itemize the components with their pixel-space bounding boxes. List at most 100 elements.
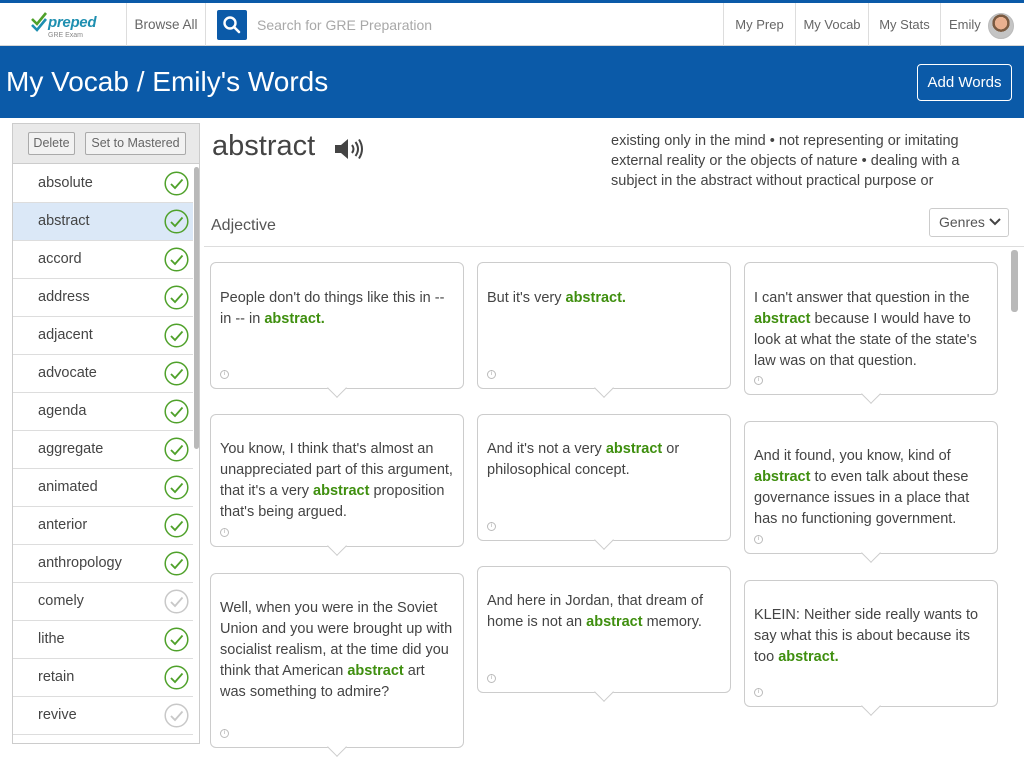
word-label: lithe	[38, 631, 65, 647]
mastered-check-icon[interactable]	[164, 399, 189, 424]
example-sentence: KLEIN: Neither side really wants to say …	[754, 605, 988, 668]
example-text: But it's very	[487, 290, 566, 306]
examples-scrollbar[interactable]	[1011, 250, 1018, 312]
set-mastered-button[interactable]: Set to Mastered	[85, 132, 186, 155]
delete-button[interactable]: Delete	[28, 132, 75, 155]
word-list-toolbar: Delete Set to Mastered	[13, 124, 199, 164]
word-list-item[interactable]: abstract	[13, 203, 193, 241]
example-card: And it found, you know, kind of abstract…	[744, 421, 998, 563]
genres-dropdown[interactable]: Genres	[929, 208, 1009, 237]
word-list-item[interactable]: address	[13, 279, 193, 317]
word-list-item[interactable]: accord	[13, 241, 193, 279]
word-list-item[interactable]: anterior	[13, 507, 193, 545]
card-pointer	[594, 530, 614, 550]
search-button[interactable]	[217, 10, 247, 40]
word-list-item[interactable]: comely	[13, 583, 193, 621]
example-text: memory.	[642, 614, 702, 630]
word-list-item[interactable]: retain	[13, 659, 193, 697]
card-pointer	[594, 378, 614, 398]
word-label: absolute	[38, 175, 93, 191]
top-nav: preped GRE Exam Browse All My Prep My Vo…	[0, 0, 1024, 46]
word-label: adjacent	[38, 327, 93, 343]
info-icon[interactable]: i	[487, 674, 496, 683]
example-text: People don't do things like this in -- i…	[220, 290, 445, 327]
mastered-check-icon[interactable]	[164, 209, 189, 234]
mastered-check-icon[interactable]	[164, 475, 189, 500]
mastered-check-icon[interactable]	[164, 551, 189, 576]
word-label: revive	[38, 707, 77, 723]
nav-my-stats[interactable]: My Stats	[868, 3, 940, 46]
nav-my-prep[interactable]: My Prep	[723, 3, 795, 46]
word-list-item[interactable]: absolute	[13, 165, 193, 203]
info-icon[interactable]: i	[487, 370, 496, 379]
word-label: anterior	[38, 517, 88, 533]
mastered-check-icon[interactable]	[164, 247, 189, 272]
info-icon[interactable]: i	[487, 522, 496, 531]
unmastered-check-icon[interactable]	[164, 589, 189, 614]
info-icon[interactable]: i	[754, 688, 763, 697]
word-label: comely	[38, 593, 84, 609]
info-icon[interactable]: i	[754, 535, 763, 544]
example-sentence: And it found, you know, kind of abstract…	[754, 446, 988, 530]
search-input[interactable]	[247, 10, 717, 40]
example-sentence: And it's not a very abstract or philosop…	[487, 439, 721, 481]
section-divider	[204, 246, 1024, 247]
example-card: You know, I think that's almost an unapp…	[210, 414, 464, 556]
word-list-item[interactable]: agenda	[13, 393, 193, 431]
word-list-item[interactable]: aggregate	[13, 431, 193, 469]
word-label: anthropology	[38, 555, 122, 571]
info-icon[interactable]: i	[220, 729, 229, 738]
chevron-down-icon	[989, 218, 1001, 226]
word-list-scrollbar[interactable]	[194, 167, 199, 449]
mastered-check-icon[interactable]	[164, 171, 189, 196]
avatar[interactable]	[988, 13, 1014, 39]
word-list-item[interactable]: anthropology	[13, 545, 193, 583]
highlighted-word: abstract	[347, 663, 404, 679]
mastered-check-icon[interactable]	[164, 437, 189, 462]
logo[interactable]: preped GRE Exam	[0, 3, 127, 46]
card-pointer	[327, 536, 347, 556]
word-label: agenda	[38, 403, 87, 419]
word-label: animated	[38, 479, 98, 495]
mastered-check-icon[interactable]	[164, 361, 189, 386]
highlighted-word: abstract	[313, 483, 370, 499]
genres-label: Genres	[939, 214, 985, 230]
example-card: KLEIN: Neither side really wants to say …	[744, 580, 998, 716]
card-pointer	[327, 737, 347, 757]
example-sentence: You know, I think that's almost an unapp…	[220, 439, 454, 523]
mastered-check-icon[interactable]	[164, 513, 189, 538]
word-list-item[interactable]: revive	[13, 697, 193, 735]
word-list-item[interactable]: lithe	[13, 621, 193, 659]
mastered-check-icon[interactable]	[164, 665, 189, 690]
speaker-icon[interactable]	[334, 137, 364, 161]
unmastered-check-icon[interactable]	[164, 703, 189, 728]
example-sentence: But it's very abstract.	[487, 288, 721, 309]
nav-my-vocab[interactable]: My Vocab	[795, 3, 868, 46]
card-pointer	[594, 682, 614, 702]
add-words-button[interactable]: Add Words	[917, 64, 1012, 101]
word-list-item[interactable]: advocate	[13, 355, 193, 393]
info-icon[interactable]: i	[220, 370, 229, 379]
card-pointer	[327, 378, 347, 398]
search-icon	[223, 16, 241, 34]
example-text: And it found, you know, kind of	[754, 448, 951, 464]
highlighted-word: abstract	[605, 441, 663, 457]
mastered-check-icon[interactable]	[164, 627, 189, 652]
browse-all-link[interactable]: Browse All	[127, 3, 206, 46]
mastered-check-icon[interactable]	[164, 323, 189, 348]
highlighted-word: abstract	[754, 311, 811, 327]
card-pointer	[861, 384, 881, 404]
card-pointer	[861, 543, 881, 563]
example-card: People don't do things like this in -- i…	[210, 262, 464, 398]
example-sentence: People don't do things like this in -- i…	[220, 288, 454, 330]
example-card: But it's very abstract. i	[477, 262, 731, 398]
mastered-check-icon[interactable]	[164, 285, 189, 310]
word-definition: existing only in the mind • not represen…	[611, 133, 960, 189]
user-name: Emily	[949, 17, 981, 32]
word-label: abstract	[38, 213, 90, 229]
info-icon[interactable]: i	[754, 376, 763, 385]
word-list-item[interactable]: adjacent	[13, 317, 193, 355]
info-icon[interactable]: i	[220, 528, 229, 537]
highlighted-word: abstract.	[778, 649, 839, 665]
word-list-item[interactable]: animated	[13, 469, 193, 507]
